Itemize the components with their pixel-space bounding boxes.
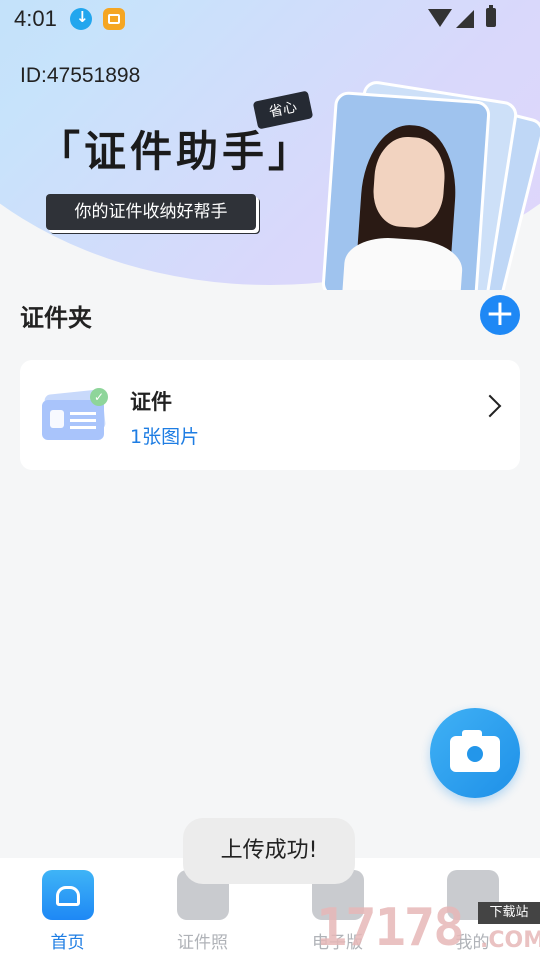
folder-count: 1张图片 [130,426,200,448]
status-bar: 4:01 [0,0,540,38]
camera-lens-icon [464,743,486,765]
brand-title: 「证件助手」 [38,127,315,176]
chevron-right-icon [478,394,502,418]
slogan: 你的证件收纳好帮手 [46,194,256,230]
portrait-face [371,134,448,230]
folder-card[interactable]: ✓ 证件 1张图片 [20,360,520,470]
user-id: ID:47551898 [20,64,141,87]
hero-banner: ID:47551898 「证件助手」 省心 你的证件收纳好帮手 [0,0,540,290]
card-stack-front [321,90,491,290]
id-card-icon: ✓ [40,388,108,442]
check-icon: ✓ [90,388,108,406]
id-card-front [42,400,104,440]
nav-home[interactable]: 首页 [0,858,135,960]
plus-icon: + [484,293,516,334]
status-time: 4:01 [14,6,57,31]
battery-icon [486,5,496,27]
section-title: 证件夹 [20,304,92,332]
add-folder-button[interactable]: + [480,295,520,335]
watermark: 17178 下载站 .COM [316,896,540,960]
watermark-tag: 下载站 [478,902,540,924]
download-icon [70,8,92,30]
watermark-suffix: .COM [480,928,540,953]
camera-button[interactable] [430,708,520,798]
watermark-number: 17178 [316,898,465,958]
nav-label: 证件照 [177,933,228,953]
nav-label: 首页 [50,933,85,953]
home-icon [42,870,94,920]
id-photo-illustration [300,60,540,290]
toast-message: 上传成功! [183,818,355,884]
signal-icon [456,10,474,28]
folder-name: 证件 [130,390,172,414]
calendar-icon [103,8,125,30]
wifi-icon [428,9,452,27]
